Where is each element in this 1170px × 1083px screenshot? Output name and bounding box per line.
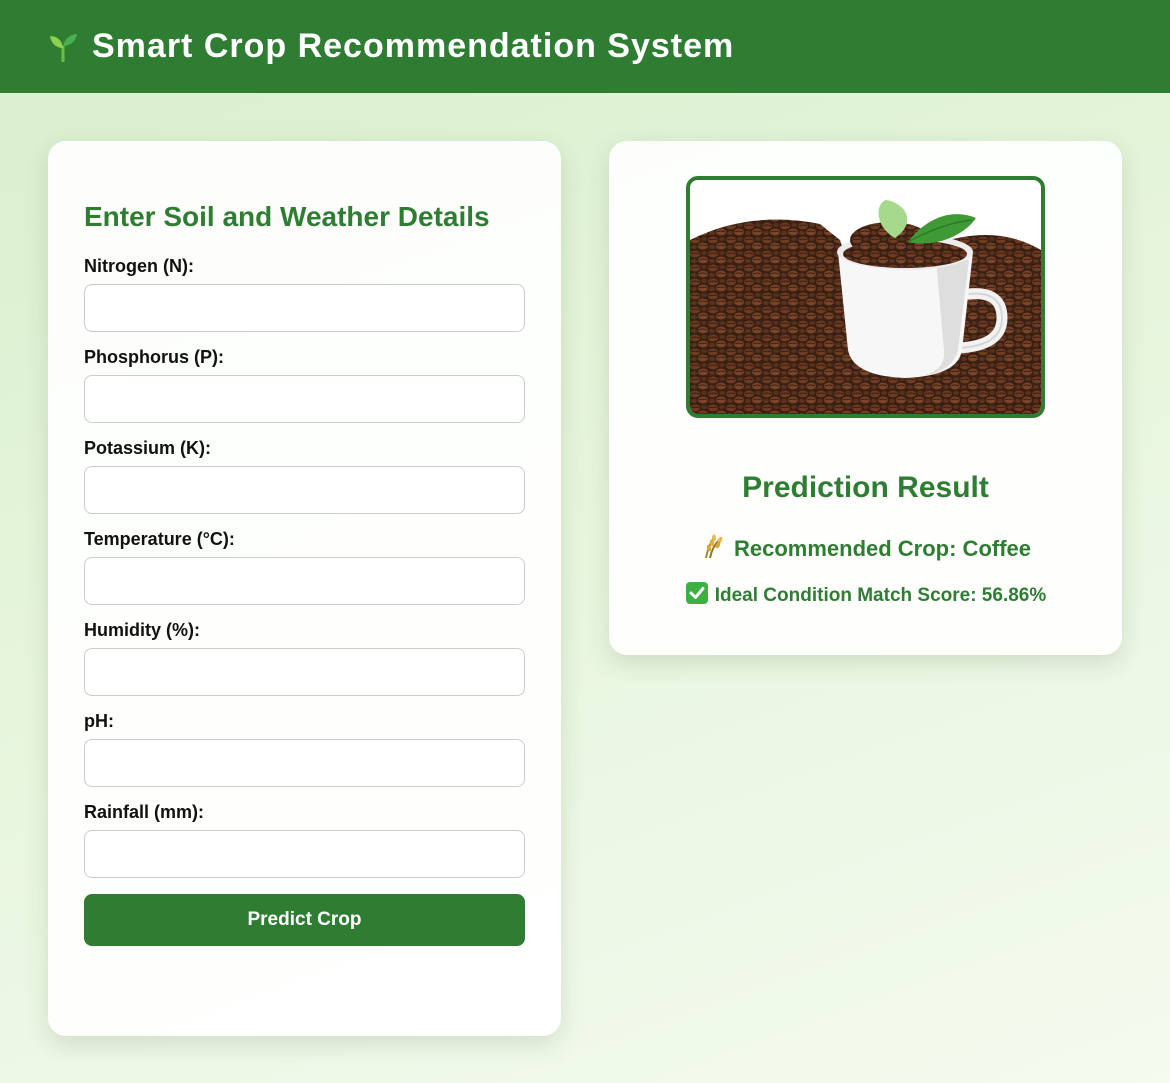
crop-input-form: Nitrogen (N): Phosphorus (P): Potassium …	[84, 255, 525, 946]
match-score-line: Ideal Condition Match Score: 56.86%	[609, 581, 1122, 611]
humidity-field-group: Humidity (%):	[84, 619, 525, 696]
match-score-text: Ideal Condition Match Score: 56.86%	[714, 585, 1047, 606]
humidity-label: Humidity (%):	[84, 620, 200, 640]
predict-crop-button[interactable]: Predict Crop	[84, 894, 525, 946]
result-heading: Prediction Result	[742, 471, 989, 504]
phosphorus-label: Phosphorus (P):	[84, 347, 224, 367]
rainfall-field-group: Rainfall (mm):	[84, 801, 525, 878]
temperature-label: Temperature (°C):	[84, 529, 235, 549]
nitrogen-label: Nitrogen (N):	[84, 256, 194, 276]
humidity-input[interactable]	[84, 648, 525, 696]
phosphorus-input[interactable]	[84, 375, 525, 423]
ph-input[interactable]	[84, 739, 525, 787]
form-heading: Enter Soil and Weather Details	[84, 201, 490, 232]
app-title: Smart Crop Recommendation System	[92, 27, 735, 65]
ph-label: pH:	[84, 711, 114, 731]
potassium-input[interactable]	[84, 466, 525, 514]
rainfall-input[interactable]	[84, 830, 525, 878]
recommended-crop-line: Recommended Crop: Coffee	[609, 533, 1122, 565]
nitrogen-input[interactable]	[84, 284, 525, 332]
recommended-crop-text: Recommended Crop: Coffee	[733, 536, 1032, 561]
potassium-label: Potassium (K):	[84, 438, 212, 458]
temperature-field-group: Temperature (°C):	[84, 528, 525, 605]
prediction-result-card: Prediction Result Recommended Crop: Coff…	[609, 141, 1122, 655]
check-mark-icon	[685, 581, 709, 611]
rainfall-label: Rainfall (mm):	[84, 802, 205, 822]
crop-image	[686, 176, 1045, 418]
temperature-input[interactable]	[84, 557, 525, 605]
app-header: Smart Crop Recommendation System	[0, 0, 1170, 93]
nitrogen-field-group: Nitrogen (N):	[84, 255, 525, 332]
rice-sheaf-icon	[700, 533, 728, 565]
ph-field-group: pH:	[84, 710, 525, 787]
input-form-card: Enter Soil and Weather Details Nitrogen …	[48, 141, 561, 1036]
phosphorus-field-group: Phosphorus (P):	[84, 346, 525, 423]
potassium-field-group: Potassium (K):	[84, 437, 525, 514]
coffee-cup-illustration	[690, 180, 1041, 414]
sprout-icon	[46, 30, 80, 64]
